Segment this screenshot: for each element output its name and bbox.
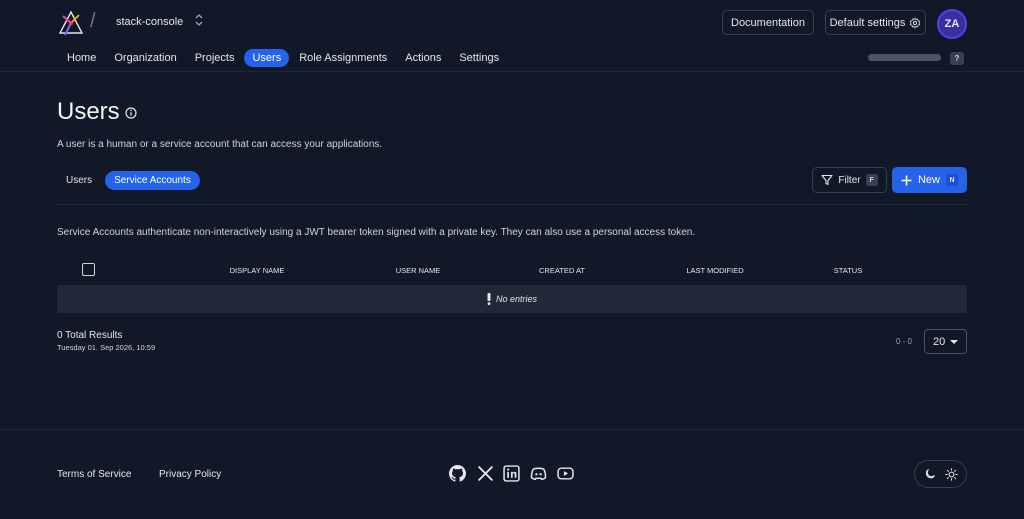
main-nav: Home Organization Projects Users Role As… (57, 48, 509, 68)
linkedin-icon[interactable] (503, 465, 520, 482)
nav-item-actions[interactable]: Actions (397, 49, 449, 67)
sun-icon[interactable] (942, 465, 960, 483)
service-accounts-description: Service Accounts authenticate non-intera… (57, 227, 696, 238)
default-settings-button[interactable]: Default settings (825, 10, 926, 35)
nav-item-settings[interactable]: Settings (451, 49, 507, 67)
nav-item-organization[interactable]: Organization (106, 49, 184, 67)
chevron-up-down-icon[interactable] (194, 14, 204, 28)
nav-item-role-assignments[interactable]: Role Assignments (291, 49, 395, 67)
filter-label: Filter (838, 174, 861, 186)
info-icon[interactable] (125, 107, 137, 119)
page-description: A user is a human or a service account t… (57, 139, 383, 150)
column-header-last-modified[interactable]: LAST MODIFIED (686, 266, 743, 275)
footer-divider (0, 429, 1024, 430)
x-icon[interactable] (477, 465, 494, 482)
column-header-status[interactable]: STATUS (834, 266, 862, 275)
privacy-policy-link[interactable]: Privacy Policy (159, 469, 221, 480)
youtube-icon[interactable] (557, 465, 574, 482)
column-header-created-at[interactable]: CREATED AT (539, 266, 585, 275)
breadcrumb-separator: / (90, 10, 96, 32)
plus-icon (901, 175, 912, 185)
default-settings-label: Default settings (829, 16, 906, 29)
tab-users[interactable]: Users (57, 171, 101, 190)
empty-state-row: No entries (57, 285, 967, 313)
discord-icon[interactable] (530, 465, 547, 482)
column-header-display-name[interactable]: DISPLAY NAME (230, 266, 285, 275)
nav-item-users[interactable]: Users (244, 49, 290, 67)
total-results: 0 Total Results (57, 330, 123, 341)
exclamation-icon (487, 293, 491, 305)
page-size-value: 20 (933, 335, 946, 348)
nav-item-home[interactable]: Home (57, 49, 104, 67)
filter-button[interactable]: Filter F (812, 167, 887, 193)
page-size-select[interactable]: 20 (924, 329, 967, 354)
documentation-button[interactable]: Documentation (722, 10, 814, 35)
tab-service-accounts[interactable]: Service Accounts (105, 171, 200, 190)
filter-icon (821, 174, 833, 186)
new-label: New (917, 174, 940, 186)
moon-icon[interactable] (921, 465, 939, 483)
gear-icon (910, 17, 921, 28)
caret-down-icon (950, 339, 958, 344)
empty-state-text: No entries (495, 294, 538, 304)
app-logo[interactable] (57, 9, 85, 37)
table-header: DISPLAY NAME USER NAME CREATED AT LAST M… (57, 256, 967, 284)
help-button[interactable]: ? (950, 52, 964, 65)
documentation-label: Documentation (731, 16, 805, 29)
new-shortcut: N (946, 174, 958, 186)
toolbar-divider (57, 204, 967, 205)
project-name[interactable]: stack-console (116, 16, 183, 28)
theme-toggle[interactable] (914, 460, 967, 488)
terms-of-service-link[interactable]: Terms of Service (57, 469, 131, 480)
page-title: Users (57, 98, 120, 125)
new-button[interactable]: New N (892, 167, 967, 193)
page-range: 0 - 0 (896, 337, 913, 346)
user-avatar[interactable]: ZA (937, 9, 967, 39)
column-header-user-name[interactable]: USER NAME (396, 266, 441, 275)
header-divider (0, 71, 1024, 72)
filter-shortcut: F (865, 174, 878, 186)
loading-bar (868, 54, 941, 61)
nav-item-projects[interactable]: Projects (187, 49, 243, 67)
user-type-tabs: Users Service Accounts (57, 171, 204, 190)
github-icon[interactable] (449, 465, 466, 482)
last-updated-timestamp: Tuesday 01. Sep 2026, 10:59 (57, 343, 156, 352)
